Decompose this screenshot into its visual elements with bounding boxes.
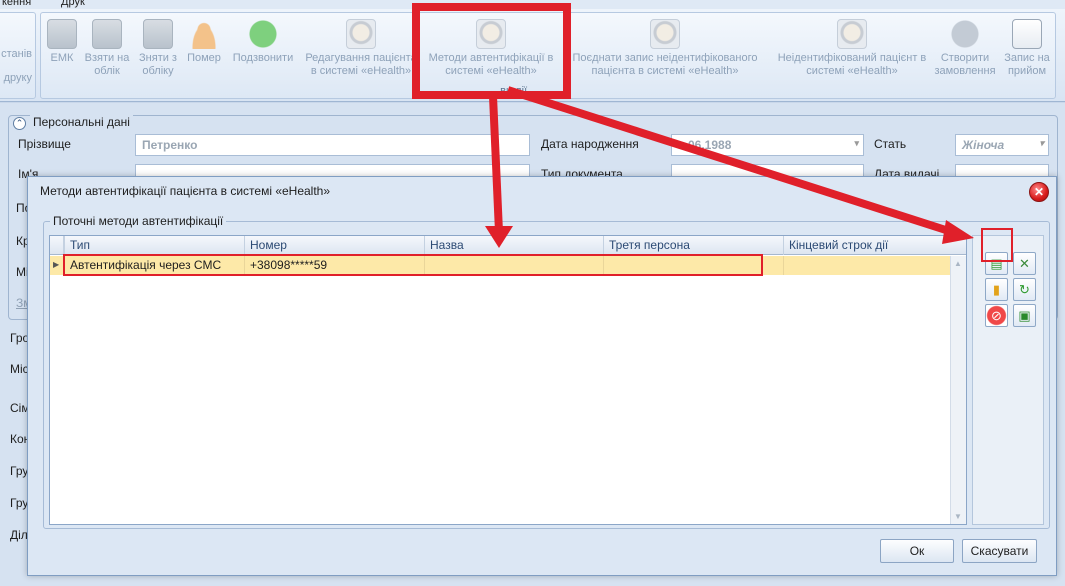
cell-third-person[interactable] [603,256,783,275]
menu-item-edit[interactable]: кення [2,0,31,8]
appointment-label: Запис на прийом [1004,52,1050,77]
birthdate-label: Дата народження [541,137,639,151]
phone-icon [248,19,278,49]
ehr-card-icon [47,19,77,49]
order-list-icon [950,19,980,49]
menu-bar: кення Друк [0,0,1065,9]
row-pointer-icon: ▶ [53,260,60,269]
unidentified-patient-label: Неідентифікований пацієнт в системі «eHe… [777,52,927,77]
column-header-type[interactable]: Тип [64,236,244,255]
cell-number[interactable]: +38098*****59 [244,256,424,275]
cell-expiry[interactable] [783,256,950,275]
table-scrollbar[interactable]: ▲ ▼ [950,256,966,524]
cell-type[interactable]: Автентифікація через СМС [64,256,244,275]
birthdate-field[interactable]: ...06.1988 [671,134,864,156]
delete-icon[interactable]: ⊘ [985,304,1008,327]
call-button-label: Подзвонити [232,52,294,64]
cancel-button[interactable]: Скасувати [962,539,1037,563]
deceased-button[interactable]: Помер [183,19,225,65]
deceased-person-icon [189,19,219,49]
side-label-10: Гру [10,496,29,510]
ribbon: станів друку ЕМК Взяти на облік Зняти з … [0,9,1065,102]
appointment-calendar-icon [1012,19,1042,49]
current-methods-title: Поточні методи автентифікації [50,214,227,228]
deceased-button-label: Помер [187,52,221,64]
register-card-icon [92,19,122,49]
annotation-frame-add-button [981,228,1013,262]
unregister-button-label: Зняти з обліку [139,52,177,77]
table-header: Тип Номер Назва Третя персона Кінцевий с… [50,236,966,255]
surname-field[interactable]: Петренко [135,134,530,156]
ribbon-group-print: станів друку [0,12,36,99]
surname-label: Прізвище [18,137,71,151]
merge-unidentified-label: Поєднати запис неідентифікованого пацієн… [572,52,758,77]
personal-data-title: Персональні дані [30,115,133,129]
register-button-label: Взяти на облік [84,52,130,77]
register-button[interactable]: Взяти на облік [81,19,133,78]
side-label-11: Діл [10,528,28,542]
collapse-up-icon[interactable]: ⌃ [13,117,26,130]
scroll-down-icon[interactable]: ▼ [954,512,962,521]
unregister-card-icon [143,19,173,49]
print-status-label[interactable]: станів [1,48,32,60]
table-row[interactable]: ▶ Автентифікація через СМС +38098*****59 [50,256,950,275]
edit-patient-ehealth-label: Редагування пацієнта в системі «eHealth» [305,52,417,77]
tools-icon[interactable]: ✕ [1013,252,1036,275]
menu-item-print[interactable]: Друк [61,0,85,8]
edit-patient-ehealth-button[interactable]: Редагування пацієнта в системі «eHealth» [301,19,421,78]
row-indicator-header [50,236,64,255]
appointment-button[interactable]: Запис на прийом [999,19,1055,78]
side-label-6: Міс [10,362,29,376]
sex-label: Стать [874,137,907,151]
patient-face-icon [837,19,867,49]
create-order-label: Створити замовлення [934,52,996,77]
merge-unidentified-button[interactable]: Поєднати запис неідентифікованого пацієн… [560,19,770,78]
ehr-button-label: ЕМК [50,52,74,64]
print-label[interactable]: друку [4,72,32,84]
export-icon[interactable]: ▣ [1013,304,1036,327]
auth-methods-table: Тип Номер Назва Третя персона Кінцевий с… [49,235,967,525]
auth-methods-dialog: Методи автентифікації пацієнта в системі… [27,176,1057,576]
scroll-up-icon[interactable]: ▲ [954,259,962,268]
ribbon-group-actions: ЕМК Взяти на облік Зняти з обліку Помер … [40,12,1056,99]
unidentified-patient-button[interactable]: Неідентифікований пацієнт в системі «eHe… [772,19,932,78]
ehr-button[interactable]: ЕМК [45,19,79,65]
call-button[interactable]: Подзвонити [227,19,299,65]
ok-button[interactable]: Ок [880,539,954,563]
side-label-9: Гру [10,464,29,478]
column-header-expiry[interactable]: Кінцевий строк дії [783,236,966,255]
create-order-button[interactable]: Створити замовлення [934,19,996,78]
auth-methods-ehealth-label: Методи автентифікації в системі «eHealth… [428,52,554,77]
ribbon-group-label: ...ви дії [491,85,528,97]
patient-face-icon [346,19,376,49]
close-icon[interactable]: ✕ [1029,182,1049,202]
column-header-name[interactable]: Назва [424,236,603,255]
folder-icon[interactable]: ▮ [985,278,1008,301]
auth-methods-ehealth-button[interactable]: Методи автентифікації в системі «eHealth… [424,19,558,78]
table-toolbar: ▤ ✕ ▮ ↻ ⊘ ▣ [972,235,1044,525]
cell-name[interactable] [424,256,603,275]
patient-face-icon [476,19,506,49]
patient-face-icon [650,19,680,49]
sex-field[interactable]: Жіноча [955,134,1049,156]
refresh-icon[interactable]: ↻ [1013,278,1036,301]
unregister-button[interactable]: Зняти з обліку [135,19,181,78]
column-header-number[interactable]: Номер [244,236,424,255]
column-header-third-person[interactable]: Третя персона [603,236,783,255]
dialog-title: Методи автентифікації пацієнта в системі… [40,184,331,198]
